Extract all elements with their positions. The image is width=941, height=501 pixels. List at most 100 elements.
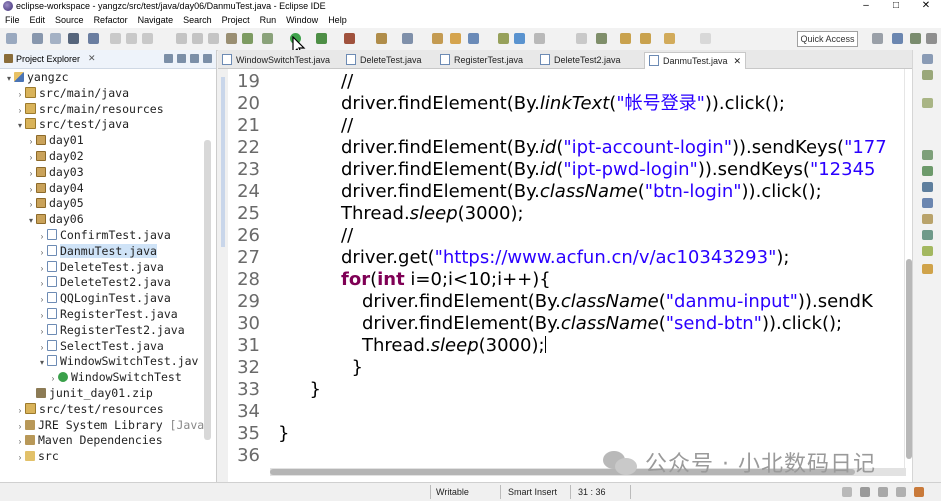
maximize-button[interactable]: □	[881, 0, 911, 12]
test-icon[interactable]	[242, 33, 253, 44]
collapsed-twisty-icon[interactable]: ›	[37, 324, 47, 340]
collapsed-twisty-icon[interactable]: ›	[15, 450, 25, 466]
tree-item[interactable]: ▾ day06	[0, 212, 210, 228]
new-package-icon[interactable]	[402, 33, 413, 44]
new-class-icon[interactable]	[432, 33, 443, 44]
pin-editor-icon[interactable]	[596, 33, 607, 44]
minimize-view-icon[interactable]	[203, 54, 212, 63]
git-perspective-icon[interactable]	[926, 33, 937, 44]
task-list-icon[interactable]	[226, 33, 237, 44]
tree-item[interactable]: › day02	[0, 149, 210, 165]
save-all-icon[interactable]	[50, 33, 61, 44]
junit-view-icon[interactable]	[922, 246, 933, 256]
quick-access-field[interactable]: Quick Access	[797, 31, 858, 47]
menu-navigate[interactable]: Navigate	[133, 12, 179, 28]
open-perspective-icon[interactable]	[872, 33, 883, 44]
console-view-icon[interactable]	[922, 182, 933, 192]
tree-item[interactable]: ▾ yangzc	[0, 70, 210, 86]
collapsed-twisty-icon[interactable]: ›	[37, 245, 47, 261]
menu-help[interactable]: Help	[323, 12, 352, 28]
tree-item[interactable]: junit_day01.zip	[0, 386, 210, 402]
menu-source[interactable]: Source	[50, 12, 89, 28]
collapsed-twisty-icon[interactable]: ›	[15, 403, 25, 419]
debug-icon[interactable]	[262, 33, 273, 44]
pen-icon[interactable]	[514, 33, 525, 44]
cursor-position-status[interactable]: 31 : 36	[578, 486, 606, 498]
collapsed-twisty-icon[interactable]: ›	[26, 166, 36, 182]
tree-item[interactable]: › DeleteTest.java	[0, 260, 210, 276]
next-annotation-icon[interactable]	[620, 33, 631, 44]
collapsed-twisty-icon[interactable]: ›	[37, 276, 47, 292]
tray-icon[interactable]	[860, 487, 870, 497]
editor-tab[interactable]: DeleteTest2.java	[540, 52, 621, 68]
menu-edit[interactable]: Edit	[25, 12, 51, 28]
tray-icon[interactable]	[896, 487, 906, 497]
step-return-icon[interactable]	[208, 33, 219, 44]
skip-breakpoints-icon[interactable]	[88, 33, 99, 44]
view-menu-icon[interactable]	[190, 54, 199, 63]
suspend-icon[interactable]	[126, 33, 137, 44]
collapsed-twisty-icon[interactable]: ›	[37, 308, 47, 324]
collapsed-twisty-icon[interactable]: ›	[26, 182, 36, 198]
collapsed-twisty-icon[interactable]: ›	[37, 261, 47, 277]
tree-item[interactable]: › src/main/java	[0, 86, 210, 102]
resume-icon[interactable]	[110, 33, 121, 44]
search-icon[interactable]	[498, 33, 509, 44]
tree-item[interactable]: › src	[0, 449, 210, 465]
insert-mode-status[interactable]: Smart Insert	[508, 486, 557, 498]
javadoc-view-icon[interactable]	[922, 150, 933, 160]
highlight-icon[interactable]	[534, 33, 545, 44]
collapsed-twisty-icon[interactable]: ›	[15, 419, 25, 435]
tree-item[interactable]: › SelectTest.java	[0, 339, 210, 355]
search-view-icon[interactable]	[922, 214, 933, 224]
external-tools-icon[interactable]	[344, 33, 355, 44]
menu-window[interactable]: Window	[281, 12, 323, 28]
outline-icon[interactable]	[922, 54, 933, 64]
expanded-twisty-icon[interactable]: ▾	[15, 118, 25, 134]
tree-item[interactable]: › WindowSwitchTest	[0, 370, 210, 386]
menu-run[interactable]: Run	[255, 12, 282, 28]
task-list-view-icon[interactable]	[922, 70, 933, 80]
code-area[interactable]: 19//20 driver.findElement(By.linkText("帐号…	[228, 69, 904, 494]
debug-perspective-icon[interactable]	[910, 33, 921, 44]
close-tab-icon[interactable]: ✕	[734, 56, 742, 66]
close-view-icon[interactable]: ✕	[88, 53, 96, 64]
collapsed-twisty-icon[interactable]: ›	[48, 371, 58, 387]
open-type-icon[interactable]	[450, 33, 461, 44]
tree-item[interactable]: › RegisterTest2.java	[0, 323, 210, 339]
collapsed-twisty-icon[interactable]: ›	[37, 340, 47, 356]
tree-item[interactable]: › ConfirmTest.java	[0, 228, 210, 244]
menu-file[interactable]: File	[0, 12, 25, 28]
back-icon[interactable]	[664, 33, 675, 44]
collapsed-twisty-icon[interactable]: ›	[37, 292, 47, 308]
tray-icon[interactable]	[878, 487, 888, 497]
project-explorer-tab[interactable]: Project Explorer	[4, 53, 80, 65]
terminal-icon[interactable]	[68, 33, 79, 44]
editor-tab[interactable]: WindowSwitchTest.java	[222, 52, 330, 68]
editor-tab[interactable]: DanmuTest.java ✕	[644, 52, 747, 69]
tree-item[interactable]: › src/test/resources	[0, 402, 210, 418]
collapsed-twisty-icon[interactable]: ›	[26, 197, 36, 213]
tree-item[interactable]: › src/main/resources	[0, 102, 210, 118]
collapse-all-icon[interactable]	[164, 54, 173, 63]
editor-tab[interactable]: DeleteTest.java	[346, 52, 422, 68]
expanded-twisty-icon[interactable]: ▾	[4, 71, 14, 87]
previous-annotation-icon[interactable]	[640, 33, 651, 44]
explorer-scrollbar[interactable]	[204, 140, 211, 440]
collapsed-twisty-icon[interactable]: ›	[15, 434, 25, 450]
collapsed-twisty-icon[interactable]: ›	[15, 103, 25, 119]
tree-item[interactable]: › day01	[0, 133, 210, 149]
collapsed-twisty-icon[interactable]: ›	[37, 229, 47, 245]
tree-item[interactable]: › DanmuTest.java	[0, 243, 210, 261]
declaration-view-icon[interactable]	[922, 166, 933, 176]
close-window-button[interactable]: ✕	[911, 0, 941, 12]
forward-icon[interactable]	[700, 33, 711, 44]
menu-project[interactable]: Project	[217, 12, 255, 28]
expanded-twisty-icon[interactable]: ▾	[26, 213, 36, 229]
tray-icon[interactable]	[914, 487, 924, 497]
link-with-editor-icon[interactable]	[177, 54, 186, 63]
new-java-project-icon[interactable]	[376, 33, 387, 44]
menu-refactor[interactable]: Refactor	[89, 12, 133, 28]
menu-search[interactable]: Search	[178, 12, 217, 28]
java-perspective-icon[interactable]	[892, 33, 903, 44]
